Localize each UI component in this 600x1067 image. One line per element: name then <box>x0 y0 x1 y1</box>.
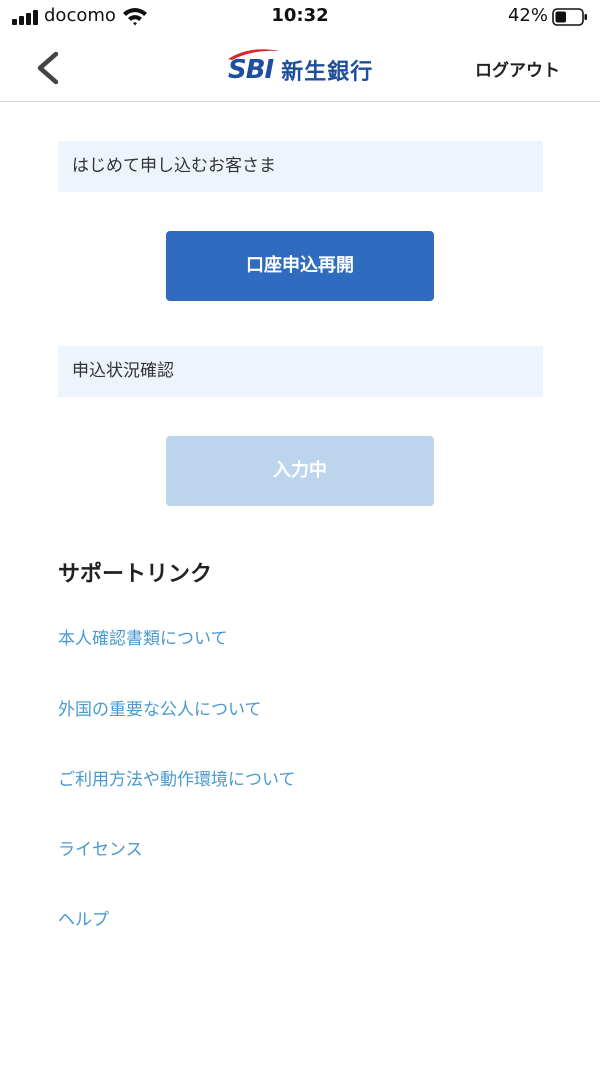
back-chevron-icon[interactable] <box>28 46 68 90</box>
logo-mark: SBI <box>228 49 280 85</box>
logo-swoosh-icon <box>228 49 280 60</box>
navigation-bar: SBI 新生銀行 ログアウト <box>0 34 600 102</box>
support-link-help[interactable]: ヘルプ <box>58 905 109 930</box>
support-link-foreign-peps[interactable]: 外国の重要な公人について <box>58 695 262 720</box>
logo-bank-name: 新生銀行 <box>281 60 374 85</box>
battery-icon <box>552 8 587 26</box>
resume-application-button[interactable]: 口座申込再開 <box>166 231 434 301</box>
support-link-license[interactable]: ライセンス <box>58 835 143 860</box>
in-progress-button[interactable]: 入力中 <box>166 436 434 506</box>
application-status-section-label: 申込状況確認 <box>58 346 543 397</box>
battery-percentage: 42% <box>507 5 548 26</box>
support-links-heading: サポートリンク <box>58 562 213 587</box>
support-link-id-documents[interactable]: 本人確認書類について <box>58 624 228 649</box>
status-bar: docomo 10:32 42% <box>0 0 600 34</box>
logout-button[interactable]: ログアウト <box>475 56 560 81</box>
support-link-usage-environment[interactable]: ご利用方法や動作環境について <box>58 765 296 790</box>
sbi-shinsei-bank-logo: SBI 新生銀行 <box>228 49 374 90</box>
new-customer-section-label: はじめて申し込むお客さま <box>58 141 543 192</box>
